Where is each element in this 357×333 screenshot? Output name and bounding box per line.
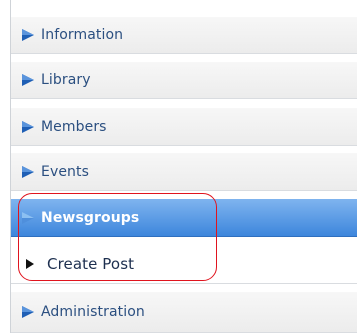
menu-item-administration[interactable]: Administration [11,292,357,333]
menu-item-information[interactable]: Information [11,17,357,54]
play-arrow-icon [22,211,34,224]
menu-item-newsgroups[interactable]: Newsgroups [11,199,357,237]
menu-item-label: Administration [41,304,145,320]
play-arrow-icon [22,29,34,41]
menu-item-events[interactable]: Events [11,153,357,191]
menu-item-label: Library [41,72,91,88]
menu-item-label: Events [41,163,90,180]
play-arrow-icon [22,165,34,178]
menu-item-members[interactable]: Members [11,108,357,146]
submenu-item-label: Create Post [47,254,135,273]
play-arrow-icon [22,120,34,133]
menu-item-label: Newsgroups [41,209,140,226]
menu-item-label: Information [41,27,124,43]
navigation-menu: Information Library Members Events Newsg… [10,0,357,333]
menu-item-label: Members [41,118,107,135]
submenu-item-create-post[interactable]: Create Post [11,244,357,284]
play-arrow-icon [22,74,34,86]
menu-item-library[interactable]: Library [11,62,357,99]
triangle-right-icon [26,258,34,269]
play-arrow-icon [22,306,34,318]
